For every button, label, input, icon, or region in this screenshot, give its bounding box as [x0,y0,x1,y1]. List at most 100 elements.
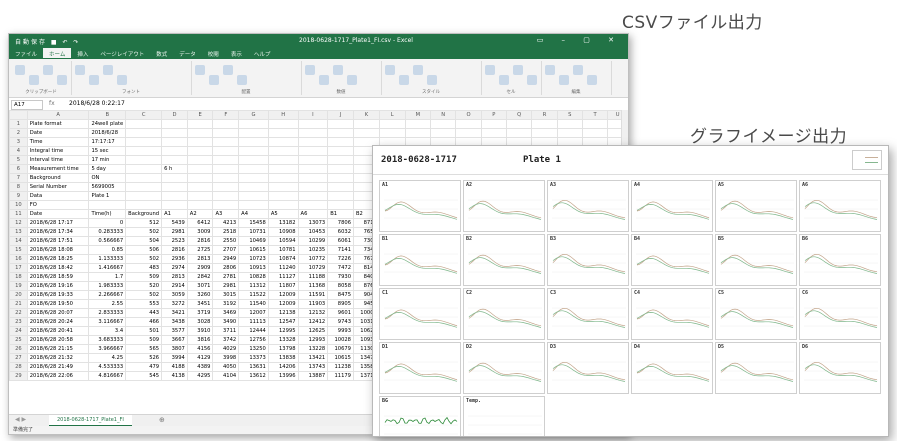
cell[interactable]: 13612 [238,371,269,381]
cell[interactable]: 3059 [161,290,188,300]
row-header[interactable]: 5 [9,155,28,165]
cell[interactable] [297,155,329,165]
cell[interactable] [161,119,188,129]
row-header[interactable]: 9 [9,191,28,201]
cell[interactable]: 565 [125,344,163,354]
cell[interactable] [327,155,354,165]
well-graph[interactable]: D4 [631,342,713,394]
cell[interactable]: 10908 [267,227,299,237]
cell[interactable]: 483 [125,263,163,273]
cell[interactable]: 17 min [88,155,127,165]
cell[interactable]: 3807 [161,344,188,354]
ribbon-button-icon[interactable] [15,65,25,75]
cell[interactable] [378,128,406,138]
cell[interactable]: 10828 [238,272,269,282]
well-graph[interactable]: B4 [631,234,713,286]
cell[interactable]: Date [26,128,90,138]
cell[interactable] [455,128,482,138]
cell[interactable]: 466 [125,317,163,327]
cell[interactable]: 504 [125,236,163,246]
cell[interactable] [125,119,163,129]
row-header[interactable]: 24 [9,326,28,336]
cell[interactable]: Integral time [26,146,90,156]
cell[interactable]: 2949 [212,254,240,264]
cell[interactable]: 3711 [212,326,240,336]
cell[interactable]: 2018/6/28 [88,128,127,138]
cell[interactable]: 12138 [267,308,299,318]
column-header[interactable]: S [556,110,583,120]
cell[interactable]: 4295 [186,371,214,381]
row-header[interactable]: 1 [9,119,28,129]
cell[interactable]: 7141 [327,245,354,255]
ribbon-button-icon[interactable] [485,65,495,75]
cell[interactable]: 11368 [297,281,329,291]
cell[interactable]: Time [26,137,90,147]
cell[interactable] [238,137,269,147]
cell[interactable]: 4213 [212,218,240,228]
cell[interactable]: 1.416667 [88,263,127,273]
cell[interactable] [186,173,214,183]
cell[interactable]: 3.4 [88,326,127,336]
cell[interactable] [297,191,329,201]
cell[interactable] [505,119,533,129]
cell[interactable]: 3719 [186,308,214,318]
cell[interactable]: 10469 [238,236,269,246]
cell[interactable] [556,119,583,129]
cell[interactable]: 526 [125,353,163,363]
cell[interactable]: 12009 [267,290,299,300]
column-header[interactable]: C [125,110,163,120]
row-header[interactable]: 19 [9,281,28,291]
formula-input[interactable]: 2018/6/28 0:22:17 [69,100,125,107]
row-header[interactable]: 22 [9,308,28,318]
cell[interactable]: 0.85 [88,245,127,255]
cell[interactable]: Plate 1 [88,191,127,201]
cell[interactable]: 0.283333 [88,227,127,237]
cell[interactable] [297,182,329,192]
ribbon-button-icon[interactable] [399,75,409,85]
cell[interactable]: 13631 [238,362,269,372]
cell[interactable]: 4129 [186,353,214,363]
cell[interactable] [161,146,188,156]
fx-icon[interactable]: fx [49,100,55,107]
cell[interactable]: 520 [125,281,163,291]
cell[interactable] [161,137,188,147]
well-graph[interactable]: C4 [631,288,713,340]
cell[interactable]: 13182 [267,218,299,228]
cell[interactable]: 2018/6/28 21:49 [26,362,90,372]
well-graph[interactable]: A5 [715,180,797,232]
row-header[interactable]: 2 [9,128,28,138]
cell[interactable] [161,155,188,165]
cell[interactable]: 2018/6/28 21:15 [26,344,90,354]
window-controls[interactable]: ▭ – ▢ ✕ [537,36,622,44]
cell[interactable]: 24well plate [88,119,127,129]
cell[interactable] [404,128,431,138]
cell[interactable]: 0 [88,218,127,228]
cell[interactable] [267,155,299,165]
cell[interactable]: 12993 [297,335,329,345]
cell[interactable]: 11113 [238,317,269,327]
cell[interactable] [238,200,269,210]
cell[interactable] [505,128,533,138]
cell[interactable]: 11240 [267,263,299,273]
cell[interactable]: 2018/6/28 22:06 [26,371,90,381]
cell[interactable]: 13373 [238,353,269,363]
cell[interactable]: 2725 [186,245,214,255]
row-header[interactable]: 16 [9,254,28,264]
cell[interactable] [212,137,240,147]
well-graph[interactable]: D3 [547,342,629,394]
cell[interactable]: 9601 [327,308,354,318]
cell[interactable]: 3469 [212,308,240,318]
cell[interactable]: 3577 [161,326,188,336]
cell[interactable] [429,128,457,138]
well-graph[interactable]: D6 [799,342,881,394]
cell[interactable]: 12007 [238,308,269,318]
well-graph[interactable]: D2 [463,342,545,394]
cell[interactable]: 1.983333 [88,281,127,291]
cell[interactable] [297,164,329,174]
cell[interactable] [267,200,299,210]
cell[interactable]: 2523 [161,236,188,246]
cell[interactable] [327,173,354,183]
cell[interactable]: 2981 [212,281,240,291]
cell[interactable]: 5 day [88,164,127,174]
cell[interactable]: 11807 [267,281,299,291]
